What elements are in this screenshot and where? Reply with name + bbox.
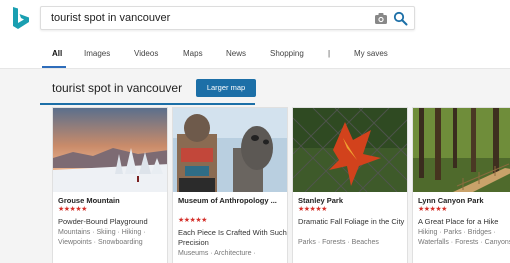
card-tags: Museums · Architecture ·	[178, 250, 256, 257]
header: tourist spot in vancouver	[0, 0, 510, 38]
scope-tabs: All Images Videos Maps News Shopping | M…	[0, 46, 510, 68]
card-name[interactable]: Lynn Canyon Park	[418, 196, 510, 205]
museum-totem-photo	[173, 108, 287, 192]
card-tags: Parks · Forests · Beaches	[298, 239, 379, 246]
card-description: Dramatic Fall Foliage in the City	[298, 217, 405, 226]
tab-images[interactable]: Images	[84, 49, 110, 58]
card-name[interactable]: Grouse Mountain	[58, 196, 167, 205]
rating-stars: ★★★★★	[418, 206, 447, 213]
card-name[interactable]: Museum of Anthropology ...	[178, 196, 287, 205]
tab-videos[interactable]: Videos	[134, 49, 158, 58]
tab-maps[interactable]: Maps	[183, 49, 203, 58]
tab-news[interactable]: News	[226, 49, 246, 58]
title-underline	[40, 103, 255, 105]
attraction-card[interactable]: Grouse Mountain ★★★★★ Powder-Bound Playg…	[52, 107, 168, 263]
grouse-mountain-photo	[53, 108, 167, 192]
tab-shopping[interactable]: Shopping	[270, 49, 304, 58]
card-name[interactable]: Stanley Park	[298, 196, 407, 205]
attraction-card[interactable]: Museum of Anthropology ... ★★★★★ Each Pi…	[172, 107, 288, 263]
tab-all[interactable]: All	[52, 49, 62, 58]
search-input[interactable]: tourist spot in vancouver	[51, 12, 170, 24]
tab-my-saves[interactable]: My saves	[354, 49, 388, 58]
attraction-card[interactable]: Lynn Canyon Park ★★★★★ A Great Place for…	[412, 107, 510, 263]
bing-logo-icon[interactable]	[10, 5, 32, 31]
search-box[interactable]: tourist spot in vancouver	[40, 6, 415, 30]
search-icon[interactable]	[393, 11, 408, 26]
results-panel: tourist spot in vancouver Larger map Gro…	[0, 69, 510, 263]
result-title: tourist spot in vancouver	[52, 81, 183, 95]
attraction-card[interactable]: Stanley Park ★★★★★ Dramatic Fall Foliage…	[292, 107, 408, 263]
rating-stars: ★★★★★	[178, 217, 207, 224]
card-description: Powder-Bound Playground	[58, 217, 148, 226]
rating-stars: ★★★★★	[298, 206, 327, 213]
card-description: A Great Place for a Hike	[418, 217, 499, 226]
card-description: Each Piece Is Crafted With Such Precisio…	[178, 228, 287, 247]
larger-map-button[interactable]: Larger map	[196, 79, 256, 97]
lynn-canyon-photo	[413, 108, 510, 192]
camera-icon[interactable]	[374, 12, 388, 25]
card-tags: Hiking · Parks · Bridges · Waterfalls · …	[418, 229, 510, 246]
tab-divider: |	[328, 49, 331, 58]
card-tags: Mountains · Skiing · Hiking · Viewpoints…	[58, 229, 146, 246]
stanley-park-photo	[293, 108, 407, 192]
rating-stars: ★★★★★	[58, 206, 87, 213]
